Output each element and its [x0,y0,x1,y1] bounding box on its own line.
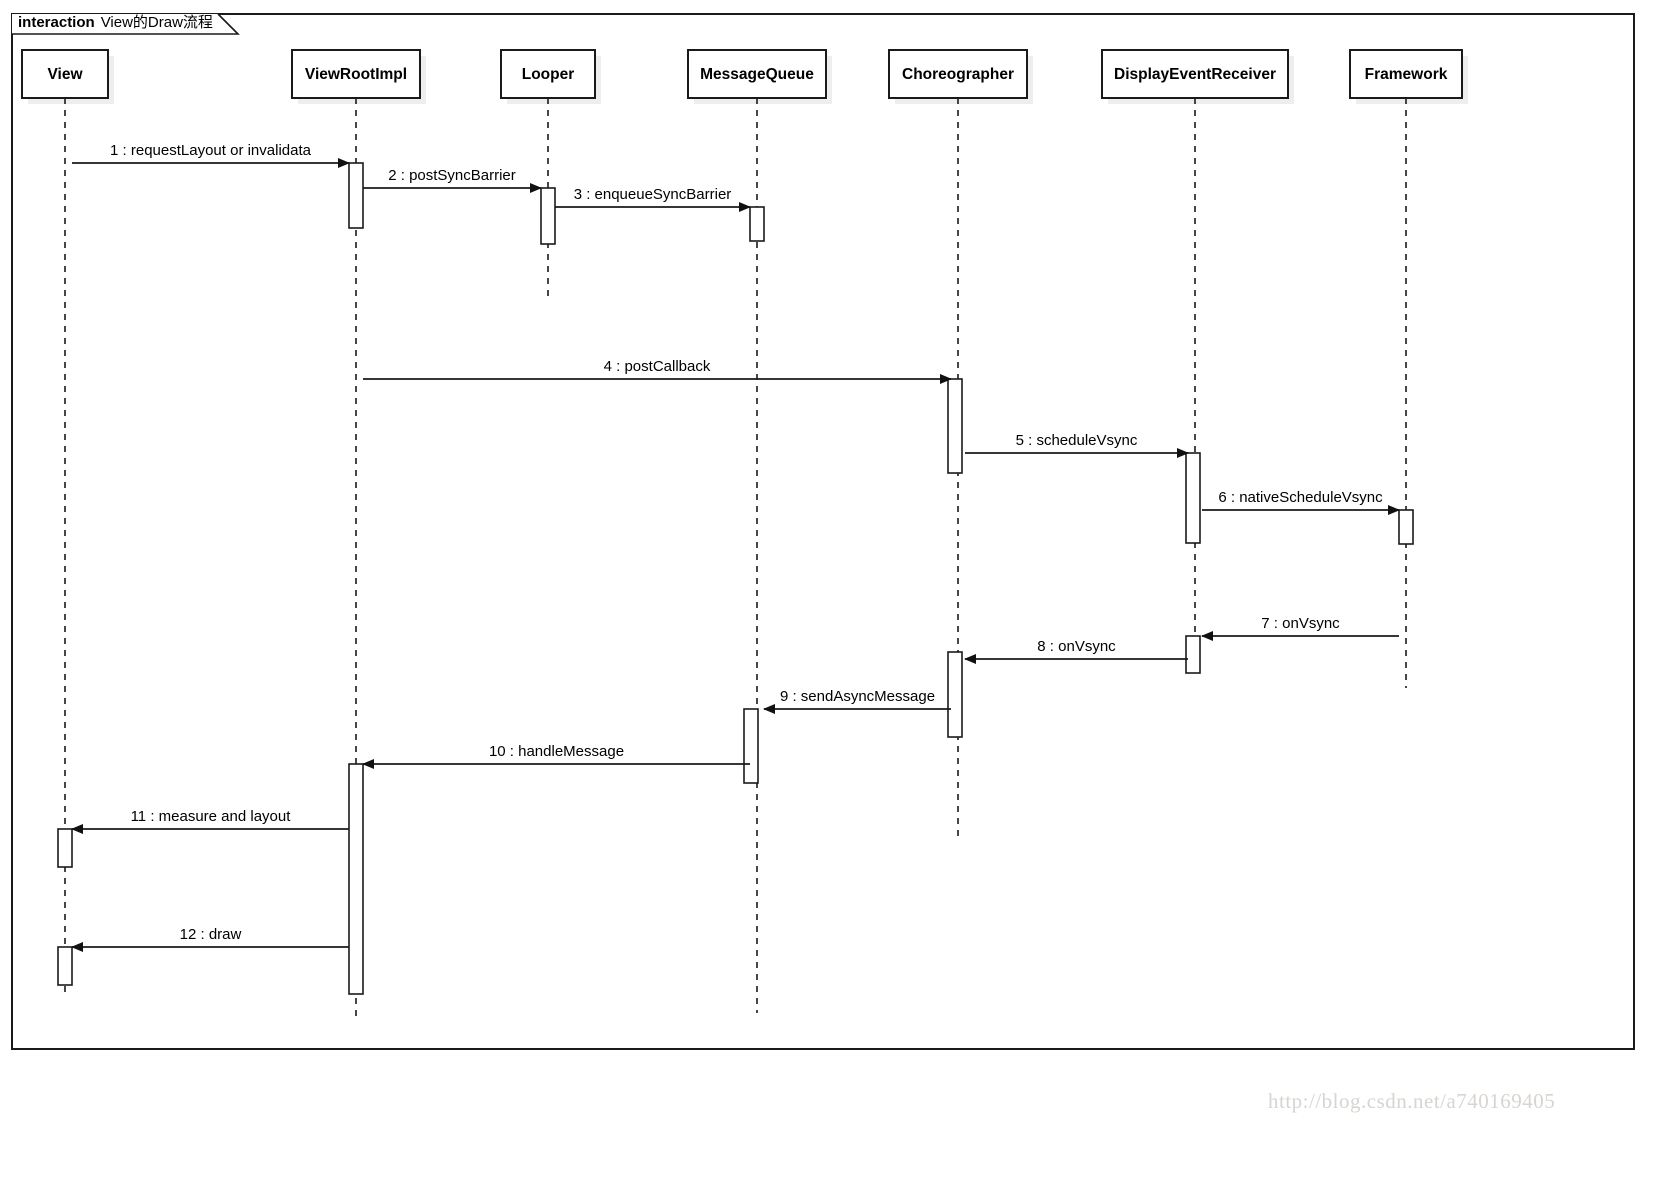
message-label: 11 : measure and layout [131,808,292,825]
message-label: 3 : enqueueSyncBarrier [574,186,732,203]
message-label: 7 : onVsync [1261,615,1340,632]
message-label: 9 : sendAsyncMessage [780,688,935,705]
activation-bar-framework[interactable] [1398,509,1414,545]
lifeline-label: Choreographer [902,66,1014,83]
activation-bar-looper[interactable] [540,187,556,245]
message-label: 1 : requestLayout or invalidata [110,142,312,159]
activation-bar-choreographer[interactable] [947,378,963,474]
lifeline-label: MessageQueue [700,66,814,83]
lifeline-label: Looper [522,66,575,83]
lifeline-label: View [47,66,83,83]
activation-bar-displayeventreceiver[interactable] [1185,635,1201,674]
activation-bar-messagequeue[interactable] [743,708,759,784]
activation-bar-displayeventreceiver[interactable] [1185,452,1201,544]
activation-bar-view[interactable] [57,946,73,986]
lifeline-label: DisplayEventReceiver [1114,66,1276,83]
message-label: 10 : handleMessage [489,743,624,760]
message-label: 2 : postSyncBarrier [388,167,516,184]
activation-bar-viewrootimpl[interactable] [348,162,364,229]
activation-bar-choreographer[interactable] [947,651,963,738]
lifeline-label: Framework [1365,66,1448,83]
activation-bar-messagequeue[interactable] [749,206,765,242]
sequence-diagram-canvas: interaction View的Draw流程 View ViewRootImpl L… [0,0,1657,1178]
message-label: 5 : scheduleVsync [1016,432,1138,449]
message-label: 8 : onVsync [1037,638,1116,655]
uml-sequence-diagram: interaction View的Draw流程 View ViewRootImpl L… [11,13,1635,1113]
message-label: 4 : postCallback [604,358,711,375]
interaction-frame: interaction View的Draw流程 [11,13,1635,1050]
message-label: 6 : nativeScheduleVsync [1218,489,1383,506]
watermark: http://blog.csdn.net/a740169405 [1268,1089,1555,1113]
activation-bar-view[interactable] [57,828,73,868]
frame-title-label: View的Draw流程 [101,14,213,31]
activation-bar-viewrootimpl[interactable] [348,763,364,995]
message-label: 12 : draw [180,926,242,943]
lifeline-label: ViewRootImpl [305,66,407,83]
frame-title-keyword: interaction [18,14,95,31]
frame-title: interaction View的Draw流程 [18,14,213,31]
